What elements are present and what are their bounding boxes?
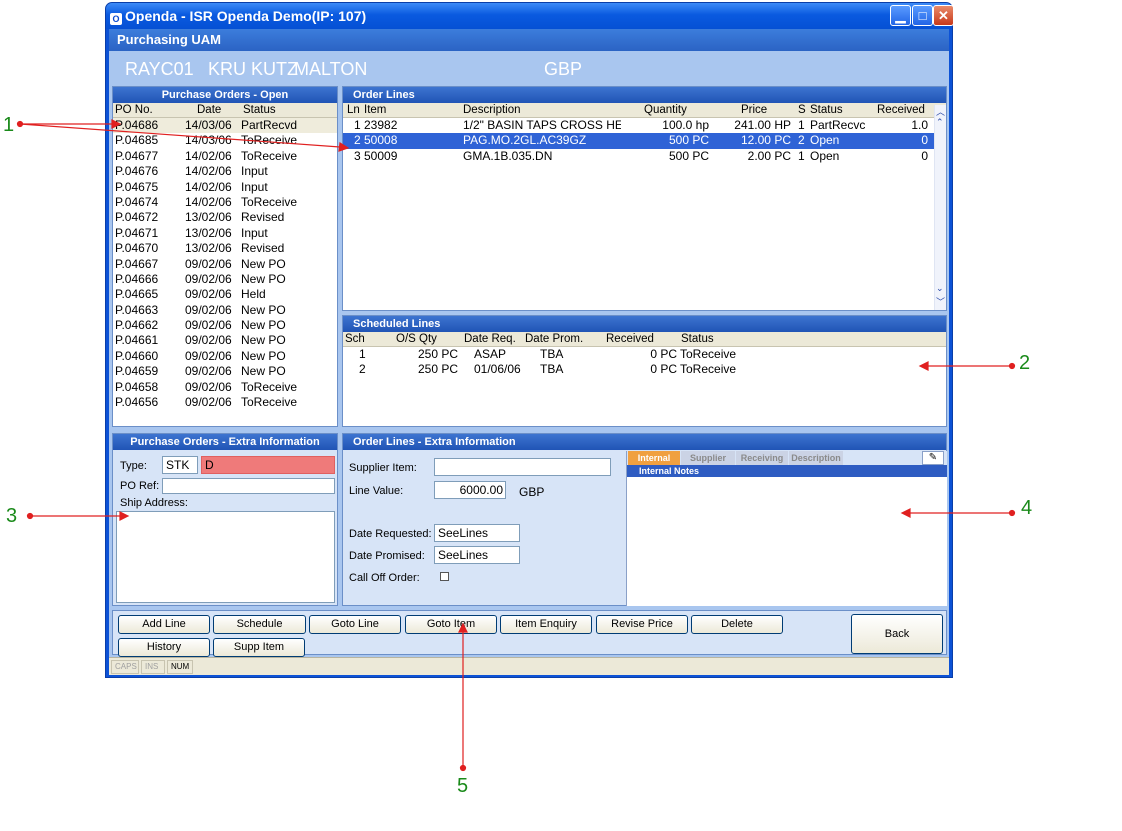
arrowhead-icon (338, 141, 350, 152)
annotation-dot (459, 764, 467, 772)
annotation-label-3: 3 (6, 505, 18, 527)
arrowhead-icon (900, 508, 911, 518)
annotation-overlay (16, 119, 1016, 772)
arrowhead-icon (119, 511, 130, 521)
annotation-label-1: 1 (3, 114, 15, 136)
annotation-dot (1008, 362, 1016, 370)
annotation-arrow-1b (19, 123, 341, 148)
annotation-dot (1008, 509, 1016, 517)
annotation-dot (16, 120, 24, 128)
annotation-label-2: 2 (1019, 352, 1031, 374)
arrowhead-icon (458, 622, 468, 633)
arrowhead-icon (111, 119, 122, 129)
annotation-label-5: 5 (457, 775, 469, 797)
annotation-dot (26, 512, 34, 520)
arrowhead-icon (918, 361, 929, 371)
annotation-label-4: 4 (1021, 497, 1033, 519)
